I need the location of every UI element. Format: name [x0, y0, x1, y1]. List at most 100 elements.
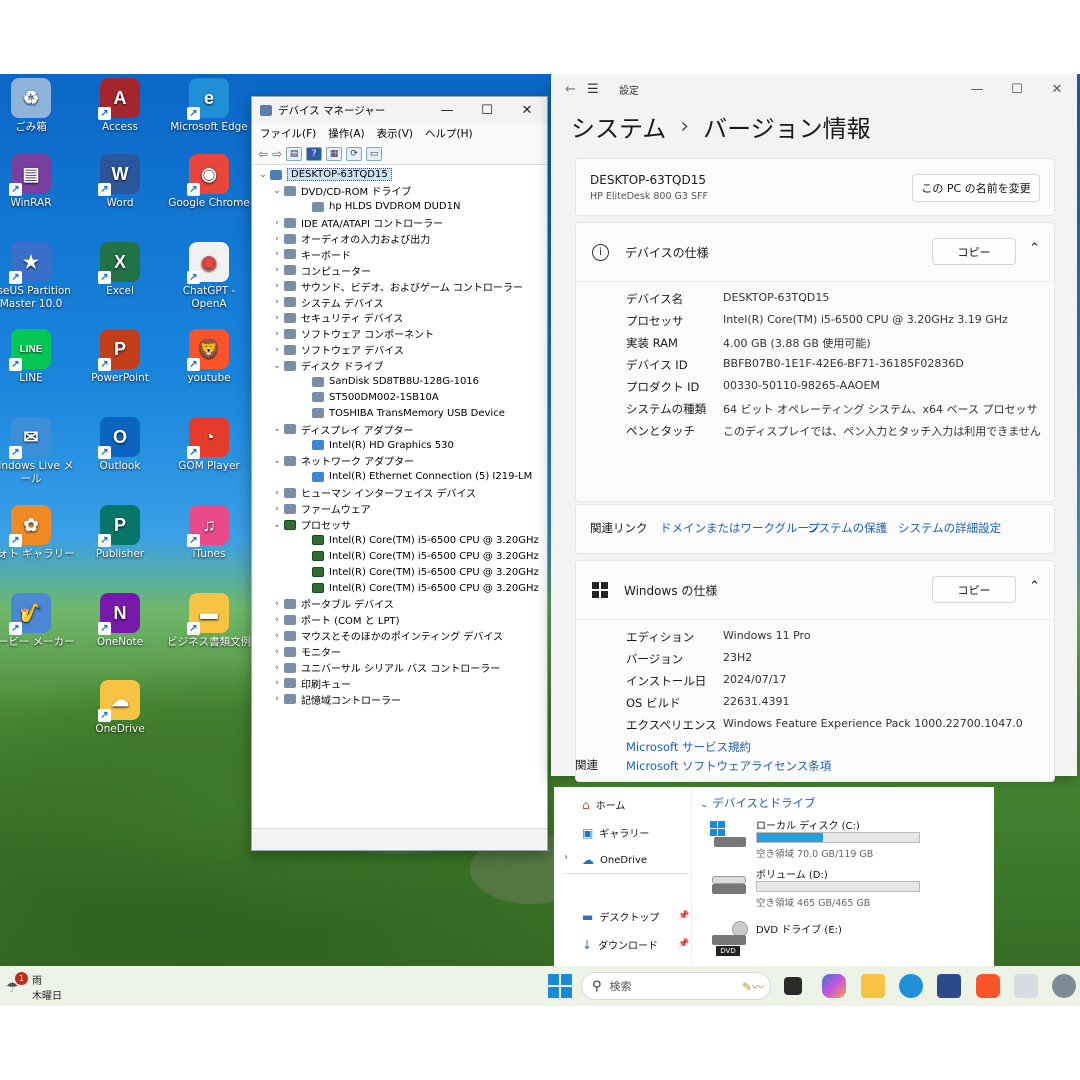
nav-desktop[interactable]: ▬ デスクトップ	[582, 909, 659, 925]
desktop-icon-folder[interactable]: ▬ ↗ ビジネス書類文例	[164, 593, 254, 649]
desktop-icon-access[interactable]: A ↗ Access	[75, 78, 165, 134]
spec-value[interactable]: Windows 11 Pro	[723, 629, 811, 642]
chevron-down-icon[interactable]: ⌄	[270, 361, 284, 371]
spec-value[interactable]: 23H2	[723, 651, 752, 664]
tree-node[interactable]: Intel(R) HD Graphics 530	[256, 437, 547, 453]
tree-node[interactable]: Intel(R) Core(TM) i5-6500 CPU @ 3.20GHz	[256, 532, 547, 548]
tree-node[interactable]: Intel(R) Ethernet Connection (5) I219-LM	[256, 469, 547, 485]
tree-node[interactable]: › 印刷キュー	[256, 676, 547, 692]
desktop-icon-edge[interactable]: e ↗ Microsoft Edge	[164, 78, 254, 134]
tree-node[interactable]: › ファームウェア	[256, 501, 547, 517]
chevron-down-icon[interactable]: ⌄	[270, 424, 284, 434]
desktop-icon-outlook[interactable]: O ↗ Outlook	[75, 417, 165, 473]
help-icon[interactable]: ?	[306, 146, 323, 161]
desktop-icon-movie-maker[interactable]: 🎷↗ムービー メーカー	[0, 593, 76, 649]
tree-node[interactable]: › ソフトウェア コンポーネント	[256, 326, 547, 342]
file-explorer-window[interactable]: ⌂ ホーム ▣ ギャラリー › ☁ OneDrive ▬ デスクトップ 📌 ↓ …	[554, 787, 994, 967]
file-explorer-icon[interactable]	[861, 974, 885, 998]
close-icon[interactable]: ✕	[1037, 82, 1077, 97]
hamburger-menu-icon[interactable]: ☰	[587, 82, 619, 97]
tree-node[interactable]: › コンピューター	[256, 262, 547, 278]
close-icon[interactable]: ✕	[507, 103, 547, 118]
chevron-right-icon[interactable]: ›	[270, 249, 284, 259]
desktop-icon-onenote[interactable]: N ↗ OneNote	[75, 593, 165, 649]
chevron-right-icon[interactable]: ›	[270, 345, 284, 355]
tree-node[interactable]: › オーディオの入力および出力	[256, 231, 547, 247]
device-spec-header[interactable]: i デバイスの仕様	[592, 223, 709, 281]
pin-icon[interactable]: 📌	[678, 911, 689, 921]
desktop-icon-recycle-bin[interactable]: ♻ ごみ箱	[0, 78, 76, 134]
device-manager-icon[interactable]	[1014, 974, 1038, 998]
desktop-icon-itunes[interactable]: ♫ ↗ iTunes	[164, 505, 254, 561]
properties-icon[interactable]: ▤	[286, 146, 303, 161]
minimize-icon[interactable]: —	[427, 103, 467, 118]
tree-node[interactable]: › モニター	[256, 644, 547, 660]
link-advanced-system-settings[interactable]: システムの詳細設定	[898, 520, 1001, 536]
tree-node[interactable]: TOSHIBA TransMemory USB Device	[256, 405, 547, 421]
back-arrow-icon[interactable]: ←	[565, 82, 587, 97]
desktop-icon-chrome-app[interactable]: ◉ ↗ ChatGPT - OpenA	[164, 242, 254, 311]
tree-node[interactable]: › サウンド、ビデオ、およびゲーム コントローラー	[256, 278, 547, 294]
chevron-right-icon[interactable]: ›	[270, 694, 284, 704]
spec-value[interactable]: このディスプレイでは、ペン入力とタッチ入力は利用できません	[723, 423, 1041, 439]
tree-node[interactable]: › セキュリティ デバイス	[256, 310, 547, 326]
rename-pc-button[interactable]: この PC の名前を変更	[912, 174, 1040, 202]
chevron-right-icon[interactable]: ›	[270, 663, 284, 673]
monitor-icon[interactable]: ▭	[366, 146, 383, 161]
chevron-up-icon[interactable]: ⌃	[1029, 579, 1040, 594]
spec-value[interactable]: 2024/07/17	[723, 673, 786, 686]
tree-node[interactable]: ⌄ DESKTOP-63TQD15	[256, 167, 547, 183]
brave-icon[interactable]	[976, 974, 1000, 998]
back-arrow-icon[interactable]: ⇦	[258, 147, 268, 161]
nav-downloads[interactable]: ↓ ダウンロード	[582, 937, 658, 953]
tree-node[interactable]: ⌄ ディスプレイ アダプター	[256, 421, 547, 437]
spec-value[interactable]: BBFB07B0-1E1F-42E6-BF71-36185F02836D	[723, 357, 964, 370]
tree-node[interactable]: ⌄ ネットワーク アダプター	[256, 453, 547, 469]
nav-home[interactable]: ⌂ ホーム	[582, 797, 625, 813]
chevron-right-icon[interactable]: ›	[270, 678, 284, 688]
edge-icon[interactable]	[899, 974, 923, 998]
chevron-down-icon[interactable]: ⌄	[270, 520, 284, 530]
device-manager-window[interactable]: デバイス マネージャー — ☐ ✕ ファイル(F) 操作(A) 表示(V) ヘル…	[251, 96, 548, 851]
tree-node[interactable]: › ヒューマン インターフェイス デバイス	[256, 485, 547, 501]
copy-device-spec-button[interactable]: コピー	[932, 238, 1016, 265]
tree-node[interactable]: Intel(R) Core(TM) i5-6500 CPU @ 3.20GHz	[256, 564, 547, 580]
chevron-right-icon[interactable]: ›	[270, 297, 284, 307]
chevron-up-icon[interactable]: ⌃	[1029, 241, 1040, 256]
spec-value[interactable]: Intel(R) Core(TM) i5-6500 CPU @ 3.20GHz …	[723, 313, 1008, 326]
chevron-down-icon[interactable]: ⌄	[270, 456, 284, 466]
chevron-right-icon[interactable]: ›	[270, 329, 284, 339]
start-button[interactable]	[548, 974, 572, 998]
tree-node[interactable]: hp HLDS DVDROM DUD1N	[256, 199, 547, 215]
link-ms-license-terms[interactable]: Microsoft ソフトウェアライセンス条項	[626, 758, 831, 774]
tree-node[interactable]: › ユニバーサル シリアル バス コントローラー	[256, 660, 547, 676]
spec-value[interactable]: 22631.4391	[723, 695, 789, 708]
menu-help[interactable]: ヘルプ(H)	[425, 126, 473, 141]
taskbar-search[interactable]: ⚲ 検索 ✎〰	[581, 972, 771, 1000]
weather-widget[interactable]: ☂ 1	[6, 972, 32, 998]
tree-node[interactable]: › ポート (COM と LPT)	[256, 612, 547, 628]
desktop-icon-gom-player[interactable]: ◔ ↗ GOM Player	[164, 417, 254, 473]
link-system-protection[interactable]: システムの保護	[807, 520, 887, 536]
copilot-icon[interactable]	[822, 974, 846, 998]
spec-value[interactable]: 4.00 GB (3.88 GB 使用可能)	[723, 335, 871, 351]
desktop-icon-line[interactable]: LINE ↗ LINE	[0, 329, 76, 385]
tree-node[interactable]: › ポータブル デバイス	[256, 596, 547, 612]
chevron-down-icon[interactable]: ⌄	[270, 186, 284, 196]
chevron-right-icon[interactable]: ›	[270, 313, 284, 323]
chevron-right-icon[interactable]: ›	[270, 647, 284, 657]
tree-node[interactable]: ⌄ ディスク ドライブ	[256, 358, 547, 374]
nav-onedrive[interactable]: ☁ OneDrive	[582, 853, 647, 867]
chevron-right-icon[interactable]: ›	[564, 852, 568, 863]
menu-file[interactable]: ファイル(F)	[260, 126, 316, 141]
minimize-icon[interactable]: —	[957, 82, 997, 97]
chevron-right-icon[interactable]: ›	[270, 631, 284, 641]
breadcrumb-parent[interactable]: システム	[571, 109, 666, 144]
tree-node[interactable]: Intel(R) Core(TM) i5-6500 CPU @ 3.20GHz	[256, 548, 547, 564]
tree-node[interactable]: SanDisk SD8TB8U-128G-1016	[256, 374, 547, 390]
chevron-right-icon[interactable]: ›	[270, 218, 284, 228]
task-view-icon[interactable]	[784, 977, 802, 995]
desktop-icon-word[interactable]: W ↗ Word	[75, 154, 165, 210]
chevron-right-icon[interactable]: ›	[270, 234, 284, 244]
windows-spec-header[interactable]: Windows の仕様	[592, 561, 717, 619]
